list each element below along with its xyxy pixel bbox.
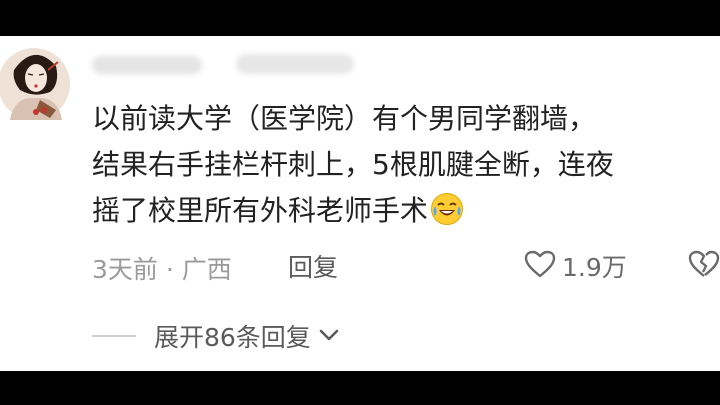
letterbox-top	[0, 0, 720, 36]
comment-time: 3天前	[92, 255, 158, 284]
divider-line	[92, 335, 136, 337]
username-blur-mask	[92, 56, 202, 74]
expand-replies-label: 展开86条回复	[154, 323, 311, 352]
meta-separator: ·	[165, 255, 174, 284]
avatar[interactable]	[0, 40, 72, 124]
like-count: 1.9万	[562, 253, 627, 282]
comment-meta: 3天前 · 广西	[92, 250, 232, 286]
comment-card: 以前读大学（医学院）有个男同学翻墙， 结果右手挂栏杆刺上，5根肌腱全断，连夜 摇…	[0, 36, 720, 371]
heart-icon[interactable]	[524, 250, 556, 282]
reply-button[interactable]: 回复	[288, 248, 338, 284]
comment-line-3-text: 摇了校里所有外科老师手术	[92, 194, 429, 227]
like-button[interactable]: 1.9万	[524, 248, 627, 284]
expand-replies-button[interactable]: 展开86条回复	[92, 318, 339, 354]
comment-line-1: 以前读大学（医学院）有个男同学翻墙，	[92, 102, 597, 135]
broken-heart-icon[interactable]	[688, 250, 720, 282]
comment-location: 广西	[181, 255, 232, 284]
comment-line-3: 摇了校里所有外科老师手术	[92, 188, 712, 240]
chevron-down-icon	[319, 327, 339, 346]
username-blur-mask-2	[236, 54, 354, 74]
laughing-crying-emoji-icon	[430, 192, 464, 240]
username-blurred[interactable]	[92, 46, 354, 78]
comment-text: 以前读大学（医学院）有个男同学翻墙， 结果右手挂栏杆刺上，5根肌腱全断，连夜 摇…	[92, 96, 712, 240]
letterbox-bottom	[0, 371, 720, 405]
comment-line-2: 结果右手挂栏杆刺上，5根肌腱全断，连夜	[92, 148, 614, 181]
